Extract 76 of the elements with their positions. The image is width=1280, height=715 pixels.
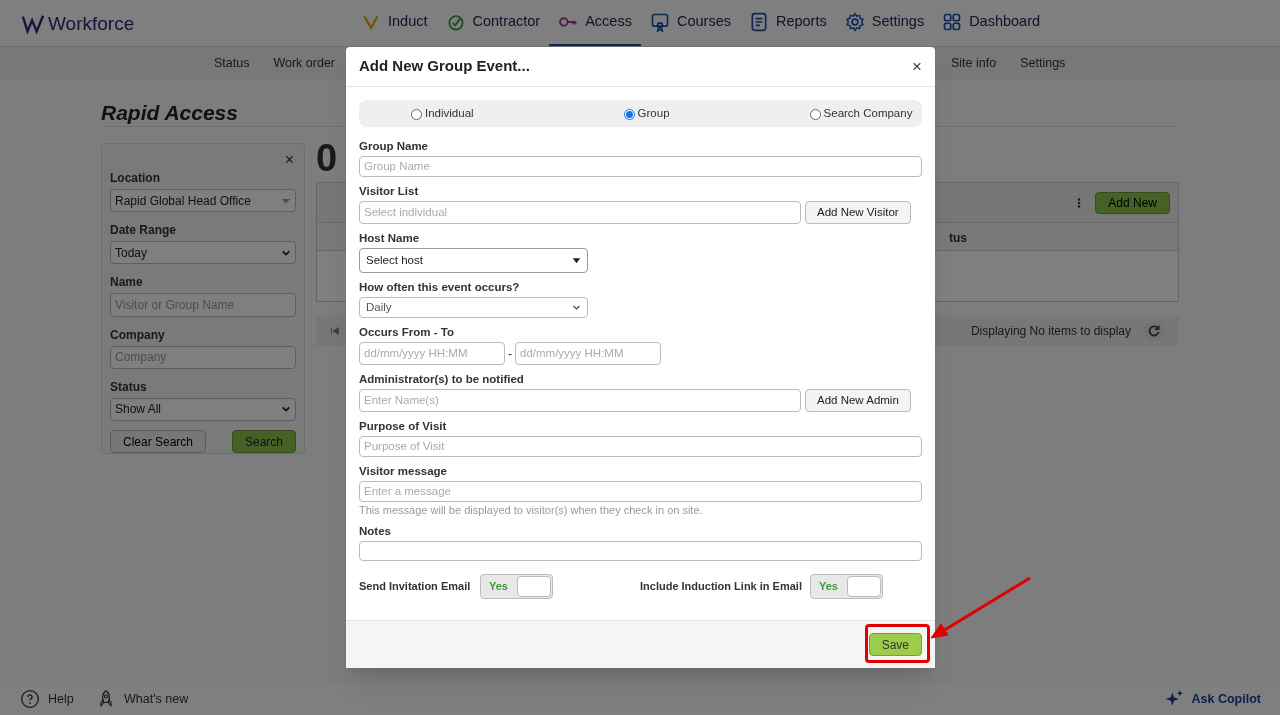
input-field[interactable]: Enter a message — [359, 481, 922, 502]
count-number: 0 — [316, 136, 338, 181]
radio-option[interactable]: Individual — [411, 104, 474, 123]
column-header: tus — [949, 230, 967, 247]
field-label: Visitor List — [359, 185, 420, 198]
pager-text: Displaying No items to display — [970, 323, 1131, 340]
help-icon — [20, 689, 40, 709]
nav-tab[interactable]: Reports — [739, 0, 836, 46]
radio-button[interactable] — [809, 108, 821, 120]
subnav-link[interactable]: Site info — [943, 54, 1005, 73]
field-label: Group Name — [359, 140, 429, 153]
page-title: Rapid Access — [101, 100, 238, 126]
whats-new-link[interactable]: What's new — [96, 689, 189, 709]
dropdown[interactable]: Rapid Global Head Office — [110, 189, 296, 213]
dialog-title: Add New Group Event... — [359, 56, 530, 77]
add-new-admin-button[interactable]: Add New Admin — [805, 389, 911, 412]
toggle-label: Send Invitation Email — [359, 579, 471, 595]
field-label: Status — [110, 378, 148, 396]
subnav-link[interactable]: Settings — [1012, 54, 1074, 73]
field-label: Date Range — [110, 222, 178, 240]
caret-down-icon — [572, 256, 581, 265]
input-field[interactable]: dd/mm/yyyy HH:MM — [359, 342, 505, 365]
field-label: Name — [110, 274, 144, 292]
close-button[interactable]: × — [912, 58, 922, 75]
logo-text: Workforce — [48, 12, 135, 36]
add-new-visitor-button[interactable]: Add New Visitor — [805, 201, 911, 224]
nav-tab[interactable]: Courses — [640, 0, 740, 46]
field-label: Visitor message — [359, 465, 448, 478]
help-link[interactable]: Help — [20, 689, 74, 709]
chevron-down-icon — [572, 303, 581, 312]
field-label: Host Name — [359, 232, 421, 245]
input-field[interactable]: dd/mm/yyyy HH:MM — [515, 342, 661, 365]
search-button[interactable]: Search — [231, 430, 296, 453]
field-label: Occurs From - To — [359, 326, 455, 339]
nav-tab[interactable]: Contractor — [436, 0, 550, 46]
input-field[interactable]: Enter Name(s) — [359, 389, 801, 412]
close-button[interactable]: × — [284, 152, 296, 168]
logo-icon — [20, 13, 46, 36]
field-label: Company — [110, 326, 166, 344]
toggle-label: Include Induction Link in Email — [640, 579, 802, 595]
certificate-icon — [649, 12, 670, 32]
field-label: Location — [110, 170, 161, 187]
dropdown[interactable]: Show All — [110, 397, 296, 421]
radio-option[interactable]: Group — [623, 104, 670, 123]
field-label: Purpose of Visit — [359, 420, 448, 433]
radio-button[interactable] — [623, 108, 635, 120]
dropdown[interactable]: Today — [110, 241, 296, 265]
subnav-link[interactable]: Status — [206, 54, 258, 73]
clear-search-button[interactable]: Clear Search — [110, 430, 207, 453]
input-field[interactable]: Purpose of Visit — [359, 436, 922, 457]
field-label: Administrator(s) to be notified — [359, 373, 525, 386]
nav-tab[interactable]: Induct — [352, 0, 437, 46]
input-field[interactable]: Select individual — [359, 201, 801, 224]
subnav-link[interactable]: Work order — [265, 54, 344, 73]
range-separator: - — [508, 345, 512, 363]
dropdown[interactable]: Daily — [359, 297, 588, 318]
toggle-switch[interactable]: Yes — [810, 574, 883, 599]
input-field[interactable]: Group Name — [359, 156, 922, 177]
nav-tab[interactable]: Settings — [835, 0, 934, 46]
annotation-highlight — [865, 624, 930, 663]
toggle-switch[interactable]: Yes — [480, 574, 553, 599]
save-button[interactable]: Save — [868, 633, 922, 656]
settings-icon — [844, 12, 865, 32]
ask-copilot-link[interactable]: Ask Copilot — [1163, 689, 1261, 709]
field-label: Notes — [359, 525, 392, 538]
grid-icon — [942, 12, 963, 32]
dropdown[interactable]: Select host — [359, 248, 588, 273]
nav-tab[interactable]: Dashboard — [933, 0, 1050, 46]
hint-text: This message will be displayed to visitor(s) when they check in on site. — [359, 504, 704, 517]
add-new-button[interactable]: Add New — [1095, 191, 1170, 214]
radio-button[interactable] — [411, 108, 422, 120]
notes-field[interactable] — [359, 541, 922, 561]
field-label: How often this event occurs? — [359, 281, 521, 294]
radio-option[interactable]: Search Company — [809, 104, 913, 123]
first-page-icon — [330, 326, 340, 336]
check-circle-icon — [445, 12, 466, 32]
